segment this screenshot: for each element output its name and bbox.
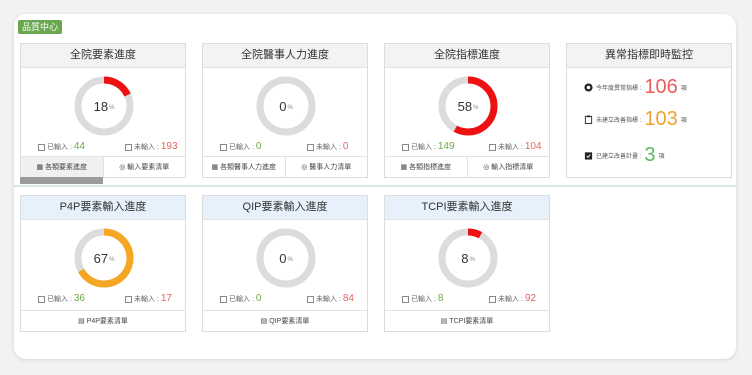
card-title: 全院醫事人力進度 (203, 44, 367, 68)
plus-box-icon (307, 143, 314, 151)
percent-unit: % (109, 105, 115, 111)
entered-count: 已輸入 : 149 (402, 141, 455, 152)
percent-unit: % (287, 257, 293, 263)
card-p4p: P4P要素輸入進度 67% 已輸入 : 36 未輸入 : 17 ▤ P4P要素清單 (20, 195, 186, 332)
alert-circle-icon (584, 82, 593, 92)
clipboard-icon (584, 114, 593, 124)
eye-icon: ◎ (301, 164, 308, 171)
progress-percent: 18 (93, 98, 109, 114)
clipboard-check-icon (584, 151, 593, 160)
progress-percent: 8 (461, 250, 469, 266)
abnormal-indicators-row: 今年度異常指標 : 106 項 (584, 74, 687, 100)
abnormal-count: 106 (644, 75, 678, 98)
unimproved-indicators-row: 未建立改善指標 : 103 項 (584, 106, 687, 132)
section-divider (14, 185, 736, 187)
pending-count: 未輸入 : 0 (307, 141, 348, 152)
grid-icon: ▦ (400, 164, 408, 171)
entered-count: 已輸入 : 36 (38, 293, 85, 304)
pending-count: 未輸入 : 92 (489, 293, 536, 304)
entered-count: 已輸入 : 8 (402, 293, 443, 304)
plus-box-icon (125, 295, 132, 303)
entered-count: 已輸入 : 0 (220, 293, 261, 304)
progress-donut: 58% (437, 75, 499, 137)
progress-donut: 0% (255, 227, 317, 289)
card-title: P4P要素輸入進度 (21, 196, 185, 220)
list-icon: ▤ (260, 318, 268, 325)
section-tag: 品質中心 (18, 20, 63, 34)
scrollbar-thumb[interactable] (20, 177, 103, 184)
progress-percent: 67 (93, 250, 109, 266)
eye-icon: ◎ (483, 164, 490, 171)
progress-percent: 0 (279, 98, 287, 114)
staff-category-progress-button[interactable]: ▦ 各類醫事人力進度 (203, 157, 286, 177)
card-hospital-elements: 全院要素進度 18% 已輸入 : 44 未輸入 : 193 ▦ 各類要素進度 ◎ 輸… (20, 43, 186, 178)
monitor-title: 異常指標即時監控 (567, 44, 731, 68)
grid-icon: ▦ (36, 164, 44, 171)
percent-unit: % (469, 257, 475, 263)
card-medical-staff: 全院醫事人力進度 0% 已輸入 : 0 未輸入 : 0 ▦ 各類醫事人力進度 ◎ 醫… (202, 43, 368, 178)
minus-box-icon (220, 143, 227, 151)
plus-box-icon (125, 143, 132, 151)
grid-icon: ▦ (211, 164, 219, 171)
plus-box-icon (307, 295, 314, 303)
improvement-plan-count: 3 (644, 143, 656, 166)
staff-list-button[interactable]: ◎ 醫事人力清單 (286, 157, 368, 177)
entered-indicators-list-button[interactable]: ◎ 輸入指標清單 (468, 157, 550, 177)
card-title: QIP要素輸入進度 (203, 196, 367, 220)
card-tcpi: TCPI要素輸入進度 8% 已輸入 : 8 未輸入 : 92 ▤ TCPI要素清單 (384, 195, 550, 332)
progress-percent: 58 (457, 98, 473, 114)
plus-box-icon (489, 295, 496, 303)
entered-elements-list-button[interactable]: ◎ 輸入要素清單 (104, 157, 186, 177)
card-title: 全院要素進度 (21, 44, 185, 68)
entered-count: 已輸入 : 44 (38, 141, 85, 152)
progress-percent: 0 (279, 250, 287, 266)
qip-elements-list-button[interactable]: ▤ QIP要素清單 (203, 311, 367, 331)
pending-count: 未輸入 : 17 (125, 293, 172, 304)
percent-unit: % (473, 105, 479, 111)
minus-box-icon (402, 143, 409, 151)
p4p-elements-list-button[interactable]: ▤ P4P要素清單 (21, 311, 185, 331)
minus-box-icon (402, 295, 409, 303)
minus-box-icon (38, 143, 45, 151)
elements-category-progress-button[interactable]: ▦ 各類要素進度 (21, 157, 104, 177)
pending-count: 未輸入 : 104 (489, 141, 542, 152)
progress-donut: 0% (255, 75, 317, 137)
pending-count: 未輸入 : 84 (307, 293, 354, 304)
progress-donut: 18% (73, 75, 135, 137)
list-icon: ▤ (78, 318, 85, 325)
plus-box-icon (489, 143, 496, 151)
card-title: 全院指標進度 (385, 44, 549, 68)
progress-donut: 8% (437, 227, 499, 289)
abnormal-indicator-monitor: 異常指標即時監控 今年度異常指標 : 106 項 未建立改善指標 : 103 項… (566, 43, 732, 178)
card-hospital-indicators: 全院指標進度 58% 已輸入 : 149 未輸入 : 104 ▦ 各類指標進度 ◎… (384, 43, 550, 178)
unimproved-count: 103 (644, 107, 678, 130)
improvement-plans-row: 已建立改善計畫 : 3 項 (584, 142, 664, 168)
progress-donut: 67% (73, 227, 135, 289)
percent-unit: % (287, 105, 293, 111)
percent-unit: % (109, 257, 115, 263)
eye-icon: ◎ (119, 164, 126, 171)
minus-box-icon (38, 295, 45, 303)
card-qip: QIP要素輸入進度 0% 已輸入 : 0 未輸入 : 84 ▤ QIP要素清單 (202, 195, 368, 332)
list-icon: ▤ (440, 318, 448, 325)
card-title: TCPI要素輸入進度 (385, 196, 549, 220)
minus-box-icon (220, 295, 227, 303)
entered-count: 已輸入 : 0 (220, 141, 261, 152)
tcpi-elements-list-button[interactable]: ▤ TCPI要素清單 (385, 311, 549, 331)
indicators-category-progress-button[interactable]: ▦ 各類指標進度 (385, 157, 468, 177)
pending-count: 未輸入 : 193 (125, 141, 178, 152)
